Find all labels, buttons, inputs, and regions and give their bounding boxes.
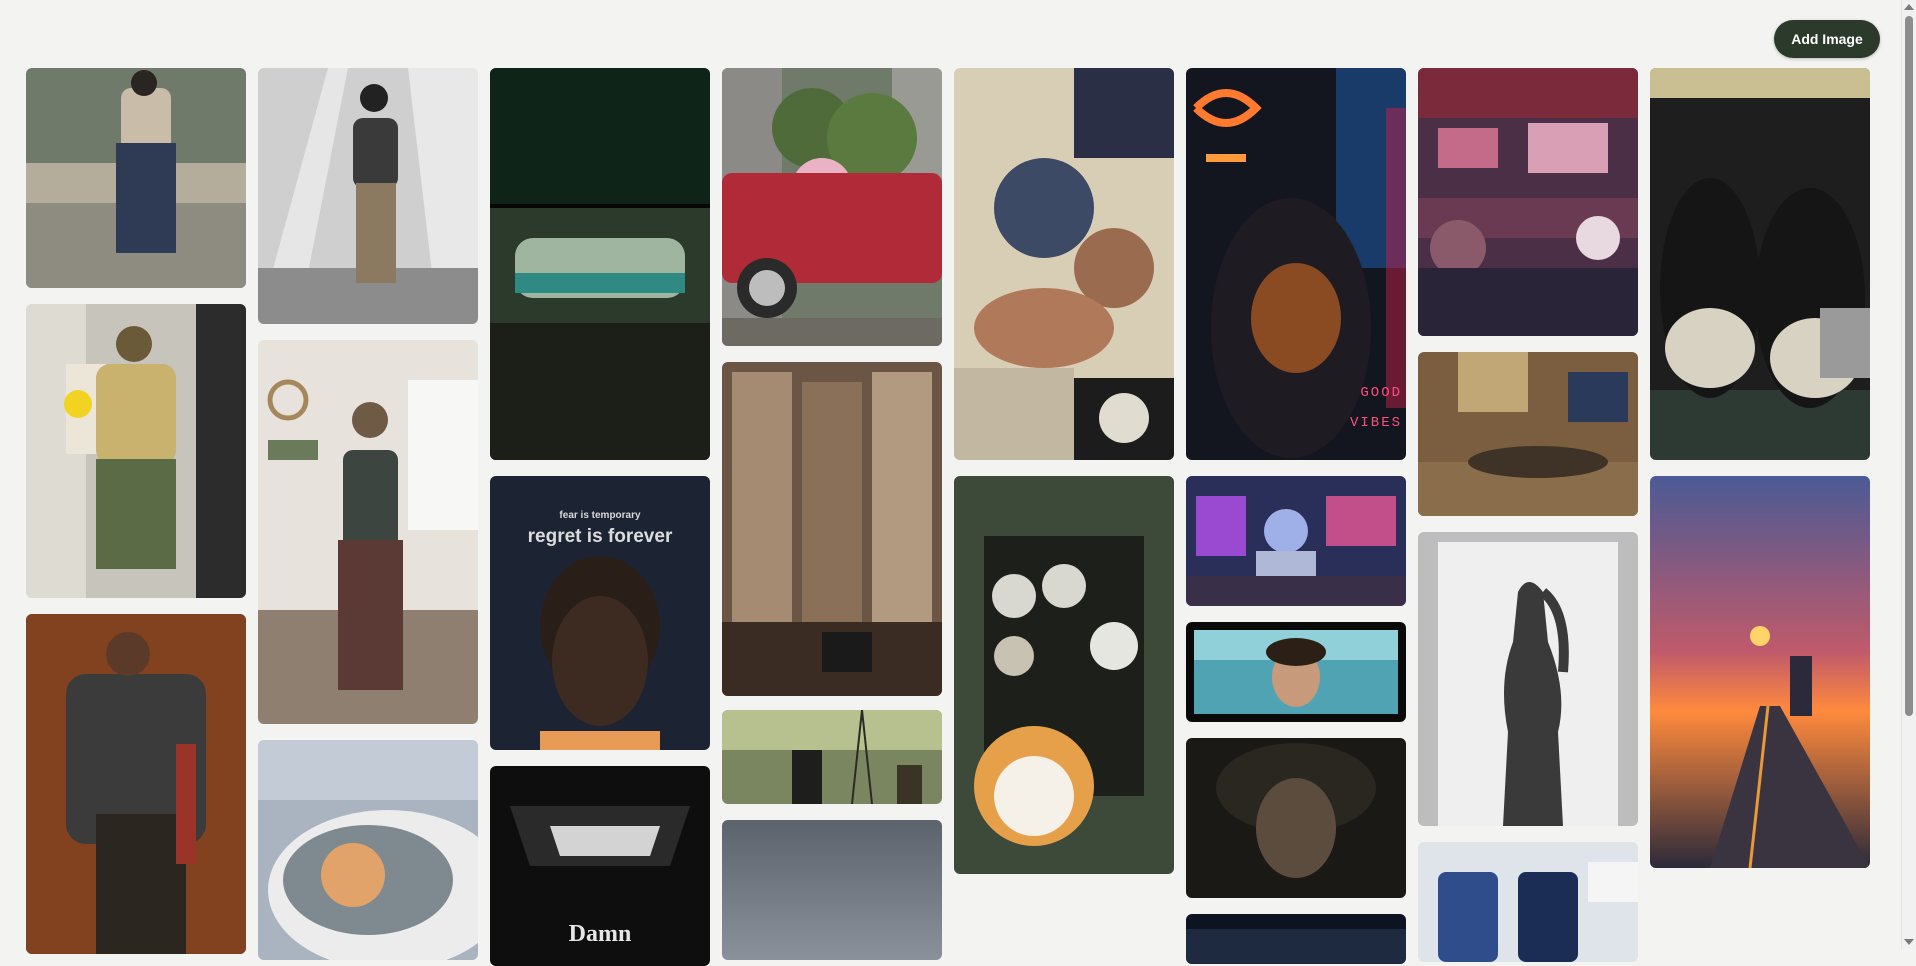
gallery-image-tile[interactable] — [1650, 476, 1870, 868]
gallery-image-tile[interactable]: GOOD VIBES — [1186, 68, 1406, 460]
gallery-image-tile[interactable] — [258, 340, 478, 724]
quote-line-big: regret is forever — [527, 526, 673, 547]
gallery-image-tile[interactable] — [1186, 476, 1406, 606]
gallery-image-tile[interactable] — [1418, 842, 1638, 962]
gallery-image-tile[interactable] — [26, 614, 246, 954]
scroll-up-arrow-icon[interactable] — [1904, 4, 1914, 10]
vertical-scrollbar[interactable] — [1901, 0, 1916, 949]
neon-good-word: GOOD — [1360, 385, 1402, 401]
gallery-image-tile[interactable] — [1418, 352, 1638, 516]
gallery-image-tile[interactable]: Damn — [490, 766, 710, 966]
gallery-image-tile[interactable] — [722, 710, 942, 804]
gallery-image-tile[interactable] — [490, 68, 710, 460]
gallery-image-tile[interactable] — [1650, 68, 1870, 460]
gallery-image-tile[interactable] — [258, 68, 478, 324]
gallery-image-tile[interactable] — [722, 68, 942, 346]
neon-good-text: GOOD VIBES — [1342, 378, 1402, 438]
gallery-image-tile[interactable] — [1186, 622, 1406, 722]
scroll-thumb[interactable] — [1905, 16, 1913, 716]
gallery-image-tile[interactable] — [954, 476, 1174, 874]
gallery-image-tile[interactable] — [258, 740, 478, 960]
gallery-image-tile[interactable] — [722, 362, 942, 696]
gallery-image-tile[interactable] — [722, 820, 942, 960]
gallery-image-tile[interactable] — [1418, 532, 1638, 826]
gallery-image-tile[interactable]: fear is temporary regret is forever — [490, 476, 710, 750]
neon-vibes-word: VIBES — [1349, 415, 1402, 431]
quote-line-small: fear is temporary — [559, 510, 641, 521]
gallery-image-tile[interactable] — [26, 68, 246, 288]
damn-caption: Damn — [568, 921, 632, 947]
gallery-image-tile[interactable] — [26, 304, 246, 598]
gallery-image-tile[interactable] — [954, 68, 1174, 460]
add-image-button[interactable]: Add Image — [1774, 20, 1880, 58]
scroll-down-arrow-icon[interactable] — [1904, 939, 1914, 945]
gallery-image-tile[interactable] — [1418, 68, 1638, 336]
gallery-image-tile[interactable] — [1186, 914, 1406, 964]
gallery-image-tile[interactable] — [1186, 738, 1406, 898]
